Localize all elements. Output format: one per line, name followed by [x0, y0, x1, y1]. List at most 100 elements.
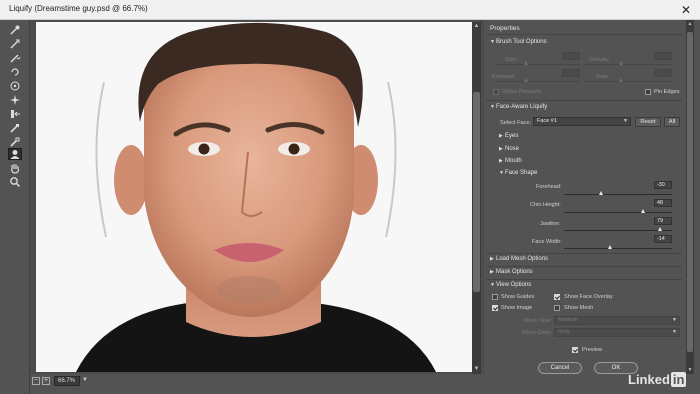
panel-scroll-thumb[interactable] [687, 32, 693, 352]
show-face-overlay-checkbox[interactable] [554, 294, 560, 300]
mask-options-header[interactable]: ▶ Mask Options [490, 269, 533, 275]
face-width-field[interactable]: -14 [654, 235, 672, 243]
chin-height-label: Chin Height: [530, 202, 561, 208]
forehead-slider-handle[interactable] [599, 191, 604, 195]
face-aware-liquify-header[interactable]: ▼Face-Aware Liquify [490, 104, 547, 110]
zoom-in-button[interactable]: + [42, 377, 50, 385]
mesh-color-dropdown[interactable]: Gray ▼ [554, 328, 680, 337]
linkedin-watermark: Linked in [628, 372, 687, 387]
view-options-header[interactable]: ▼View Options [490, 282, 531, 288]
divider [486, 34, 682, 35]
scroll-up-icon[interactable]: ▲ [686, 20, 694, 28]
jawline-field[interactable]: 79 [654, 217, 672, 225]
mouth-section[interactable]: ▶ Mouth [499, 158, 522, 164]
stylus-pressure-checkbox[interactable] [493, 89, 499, 95]
preview-canvas[interactable] [30, 20, 484, 374]
face-width-slider-handle[interactable] [607, 245, 612, 249]
jawline-slider-handle[interactable] [658, 227, 663, 231]
smooth-tool-icon[interactable] [8, 52, 22, 64]
pressure-slider-handle[interactable] [524, 78, 528, 82]
divider [486, 279, 682, 280]
thaw-mask-tool-icon[interactable] [8, 136, 22, 148]
chin-height-slider[interactable] [564, 212, 672, 213]
show-mesh-label: Show Mesh [564, 305, 594, 311]
portrait-photo [36, 22, 472, 372]
panel-scrollbar[interactable]: ▲ ▼ [686, 20, 694, 374]
chevron-down-icon[interactable]: ▼ [82, 377, 89, 385]
pressure-slider[interactable] [494, 81, 580, 82]
mesh-size-label: Mesh Size: [524, 318, 552, 324]
show-mesh-checkbox[interactable] [554, 305, 560, 311]
load-mesh-options-header[interactable]: ▶ Load Mesh Options [490, 256, 548, 262]
preview-checkbox[interactable] [572, 347, 578, 353]
forward-warp-tool-icon[interactable] [8, 24, 22, 36]
cancel-button[interactable]: Cancel [538, 362, 582, 374]
reset-button[interactable]: Reset [635, 117, 661, 127]
close-icon[interactable]: ✕ [678, 2, 694, 18]
title-bar: Liquify (Dreamstime guy.psd @ 66.7%) ✕ [0, 0, 700, 20]
forehead-field[interactable]: -30 [654, 181, 672, 189]
freeze-mask-tool-icon[interactable] [8, 122, 22, 134]
face-width-slider[interactable] [564, 248, 672, 249]
push-left-tool-icon[interactable] [8, 108, 22, 120]
zoom-level-field[interactable]: 66.7% [54, 376, 80, 386]
zoom-out-button[interactable]: − [32, 377, 40, 385]
canvas-vertical-scrollbar[interactable]: ▲ ▼ [472, 22, 481, 374]
divider [486, 266, 682, 267]
pin-edges-checkbox[interactable] [645, 89, 651, 95]
bloat-tool-icon[interactable] [8, 94, 22, 106]
forehead-slider[interactable] [564, 194, 672, 195]
zoom-tool-icon[interactable] [8, 176, 22, 188]
scroll-up-icon[interactable]: ▲ [472, 22, 481, 31]
all-button[interactable]: All [664, 117, 680, 127]
face-tool-icon[interactable] [8, 148, 22, 160]
chin-height-field[interactable]: 48 [654, 199, 672, 207]
density-field[interactable] [654, 52, 672, 60]
select-face-label: Select Face: [500, 120, 532, 126]
chevron-down-icon: ▼ [623, 118, 628, 124]
scroll-down-icon[interactable]: ▼ [686, 366, 694, 374]
face-shape-section[interactable]: ▼Face Shape [499, 170, 537, 176]
mesh-size-dropdown[interactable]: Medium ▼ [554, 316, 680, 325]
pressure-label: Pressure: [492, 74, 516, 80]
properties-panel: Properties ▼Brush Tool Options Size: Den… [486, 20, 700, 394]
hand-tool-icon[interactable] [8, 162, 22, 174]
show-guides-checkbox[interactable] [492, 294, 498, 300]
jawline-slider[interactable] [564, 230, 672, 231]
divider [486, 100, 682, 101]
chevron-down-icon: ▼ [672, 317, 677, 323]
select-face-dropdown[interactable]: Face #1 ▼ [533, 117, 631, 126]
panel-title: Properties [490, 25, 520, 32]
chevron-down-icon: ▼ [672, 329, 677, 335]
reconstruct-tool-icon[interactable] [8, 38, 22, 50]
pucker-tool-icon[interactable] [8, 80, 22, 92]
twirl-clockwise-tool-icon[interactable] [8, 66, 22, 78]
eyes-section[interactable]: ▶ Eyes [499, 133, 518, 139]
canvas-scroll-thumb[interactable] [473, 92, 480, 292]
density-slider-handle[interactable] [619, 61, 623, 65]
tools-panel [0, 20, 30, 394]
nose-section[interactable]: ▶ Nose [499, 146, 519, 152]
jawline-label: Jawline: [540, 221, 561, 227]
zoom-bar: − + 66.7% ▼ [30, 374, 484, 394]
rate-slider-handle[interactable] [619, 78, 623, 82]
rate-label: Rate: [596, 74, 610, 80]
density-label: Density: [590, 57, 611, 63]
show-image-label: Show Image [501, 305, 533, 311]
size-field[interactable] [562, 52, 580, 60]
size-slider-handle[interactable] [524, 61, 528, 65]
chin-height-slider-handle[interactable] [641, 209, 646, 213]
size-label: Size: [505, 57, 518, 63]
pin-edges-label: Pin Edges [654, 89, 680, 95]
show-image-checkbox[interactable] [492, 305, 498, 311]
stylus-pressure-label: Stylus Pressure [502, 89, 542, 95]
size-slider[interactable] [494, 64, 580, 65]
brush-tool-options-header[interactable]: ▼Brush Tool Options [490, 39, 547, 45]
rate-field[interactable] [654, 69, 672, 77]
rate-slider[interactable] [584, 81, 672, 82]
pressure-field[interactable] [562, 69, 580, 77]
density-slider[interactable] [584, 64, 672, 65]
scroll-down-icon[interactable]: ▼ [472, 365, 481, 374]
mesh-color-label: Mesh Color: [522, 330, 553, 336]
divider [486, 253, 682, 254]
